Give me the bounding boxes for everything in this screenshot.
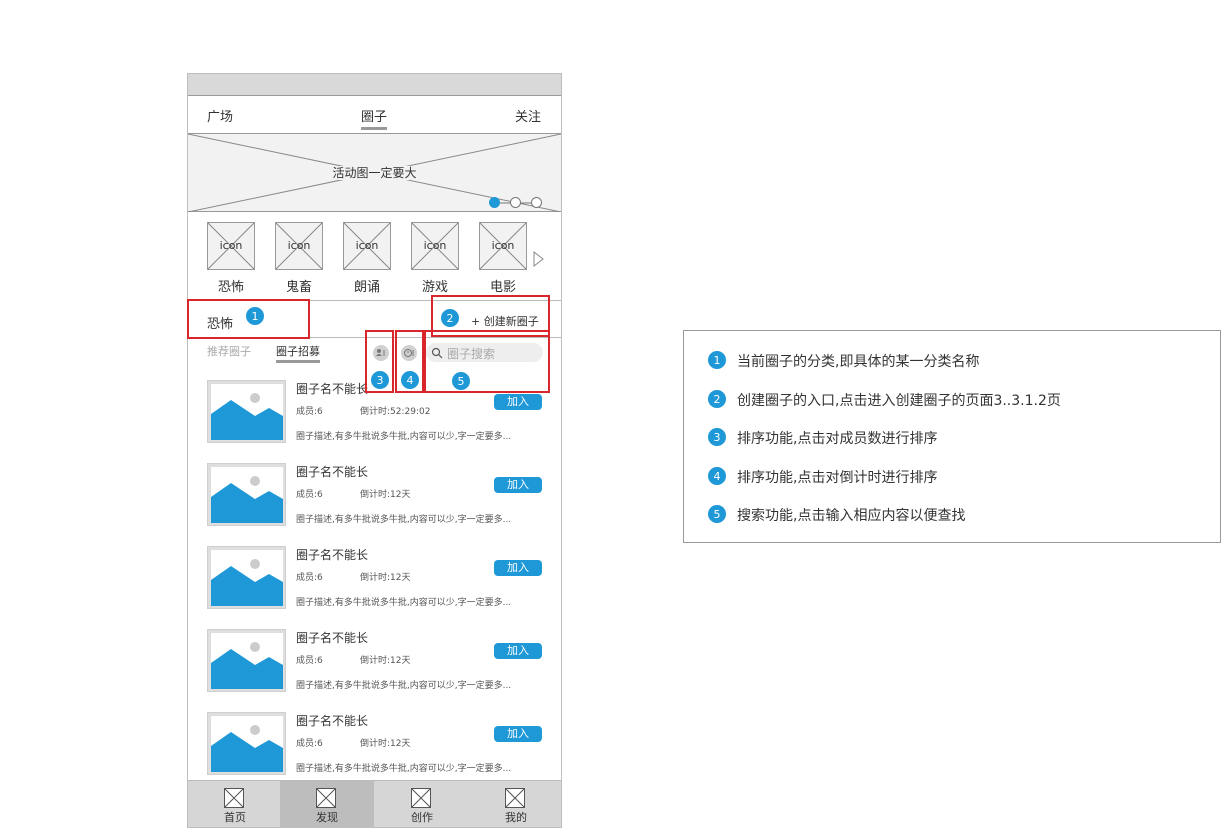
category-label: 游戏: [421, 280, 448, 295]
circle-countdown: 倒计时:12天: [360, 490, 411, 500]
annotation-badge-3: 3: [370, 370, 390, 390]
circle-thumbnail: [207, 629, 286, 692]
circle-thumbnail: [207, 380, 286, 443]
banner-dot[interactable]: [510, 197, 521, 208]
tab-profile[interactable]: 我的: [469, 781, 561, 827]
category-icon-placeholder: icon: [207, 222, 255, 270]
circle-countdown: 倒计时:52:29:02: [360, 407, 431, 417]
category-games[interactable]: icon 游戏: [411, 222, 459, 295]
bottom-tab-bar: 首页 发现 创作 我的: [188, 780, 561, 827]
list-item[interactable]: 圈子名不能长 成员:6 倒计时:12天 加入 圈子描述,有多牛批说多牛批,内容可…: [188, 546, 561, 629]
tab-label: 首页: [224, 811, 246, 824]
category-label: 电影: [489, 280, 516, 295]
circle-description: 圈子描述,有多牛批说多牛批,内容可以少,字一定要多...: [296, 598, 512, 608]
circle-description: 圈子描述,有多牛批说多牛批,内容可以少,字一定要多...: [296, 515, 512, 525]
join-button[interactable]: 加入: [494, 560, 542, 576]
circle-thumbnail: [207, 712, 286, 775]
tab-home[interactable]: 首页: [188, 781, 282, 827]
category-label: 鬼畜: [285, 280, 312, 295]
annotation-badge-5: 5: [451, 371, 471, 391]
circle-name: 圈子名不能长: [296, 631, 369, 645]
tab-label: 我的: [505, 811, 527, 824]
legend-text: 搜索功能,点击输入相应内容以便查找: [737, 508, 966, 524]
category-label: 恐怖: [217, 280, 244, 295]
circle-countdown: 倒计时:12天: [360, 656, 411, 666]
banner-dot-active[interactable]: [489, 197, 500, 208]
create-tab-icon: [411, 788, 431, 808]
list-item[interactable]: 圈子名不能长 成员:6 倒计时:12天 加入 圈子描述,有多牛批说多牛批,内容可…: [188, 629, 561, 712]
banner-dot[interactable]: [531, 197, 542, 208]
subtab-recruit[interactable]: 圈子招募: [276, 343, 320, 363]
annotation-box-5: [424, 330, 550, 393]
status-bar: [188, 74, 561, 95]
profile-tab-icon: [505, 788, 525, 808]
circle-description: 圈子描述,有多牛批说多牛批,内容可以少,字一定要多...: [296, 432, 512, 442]
circle-members: 成员:6: [296, 656, 323, 666]
category-icon-placeholder: icon: [275, 222, 323, 270]
annotation-badge-1: 1: [245, 306, 265, 326]
circle-description: 圈子描述,有多牛批说多牛批,内容可以少,字一定要多...: [296, 681, 512, 691]
category-movies[interactable]: icon 电影: [479, 222, 527, 295]
legend-badge: 5: [707, 504, 727, 524]
category-kichiku[interactable]: icon 鬼畜: [275, 222, 323, 295]
annotation-badge-4: 4: [400, 370, 420, 390]
icon-placeholder-text: icon: [423, 239, 447, 252]
tab-label: 创作: [411, 811, 433, 824]
circle-thumbnail: [207, 546, 286, 609]
top-nav: 广场 圈子 关注: [188, 95, 561, 134]
circle-members: 成员:6: [296, 407, 323, 417]
icon-placeholder-text: icon: [491, 239, 515, 252]
discover-tab-icon: [316, 788, 336, 808]
icon-placeholder-text: icon: [355, 239, 379, 252]
category-icon-placeholder: icon: [411, 222, 459, 270]
tab-create[interactable]: 创作: [375, 781, 469, 827]
circle-countdown: 倒计时:12天: [360, 739, 411, 749]
category-icon-placeholder: icon: [343, 222, 391, 270]
chevron-right-icon[interactable]: [533, 251, 545, 267]
join-button[interactable]: 加入: [494, 726, 542, 742]
join-button[interactable]: 加入: [494, 643, 542, 659]
legend-text: 排序功能,点击对成员数进行排序: [737, 431, 938, 447]
circle-members: 成员:6: [296, 490, 323, 500]
category-label: 朗诵: [353, 280, 380, 295]
join-button[interactable]: 加入: [494, 477, 542, 493]
tab-discover[interactable]: 发现: [280, 781, 374, 827]
banner-text: 活动图一定要大: [330, 166, 419, 180]
legend-badge: 4: [707, 466, 727, 486]
home-tab-icon: [224, 788, 244, 808]
annotation-badge-2: 2: [440, 308, 460, 328]
icon-placeholder-text: icon: [287, 239, 311, 252]
category-icon-placeholder: icon: [479, 222, 527, 270]
circle-members: 成员:6: [296, 739, 323, 749]
circle-countdown: 倒计时:12天: [360, 573, 411, 583]
legend-text: 创建圈子的入口,点击进入创建圈子的页面3..3.1.2页: [737, 393, 1061, 409]
circle-name: 圈子名不能长: [296, 548, 369, 562]
annotation-legend: 1 当前圈子的分类,即具体的某一分类名称 2 创建圈子的入口,点击进入创建圈子的…: [683, 330, 1221, 543]
circle-thumbnail: [207, 463, 286, 526]
category-recitation[interactable]: icon 朗诵: [343, 222, 391, 295]
category-horror[interactable]: icon 恐怖: [207, 222, 255, 295]
nav-tab-plaza[interactable]: 广场: [207, 106, 233, 125]
legend-badge: 1: [707, 350, 727, 370]
subtab-recommended[interactable]: 推荐圈子: [207, 343, 251, 359]
legend-badge: 2: [707, 389, 727, 409]
list-item[interactable]: 圈子名不能长 成员:6 倒计时:12天 加入 圈子描述,有多牛批说多牛批,内容可…: [188, 463, 561, 546]
nav-tab-circles[interactable]: 圈子: [361, 106, 388, 130]
legend-text: 排序功能,点击对倒计时进行排序: [737, 470, 938, 486]
circle-name: 圈子名不能长: [296, 714, 369, 728]
icon-placeholder-text: icon: [219, 239, 243, 252]
circle-name: 圈子名不能长: [296, 382, 369, 396]
legend-badge: 3: [707, 427, 727, 447]
phone-mockup: 广场 圈子 关注 活动图一定要大 icon 恐怖 icon 鬼畜 icon 朗诵…: [187, 73, 562, 828]
tab-label: 发现: [316, 811, 338, 824]
circle-members: 成员:6: [296, 573, 323, 583]
nav-tab-following[interactable]: 关注: [515, 106, 541, 125]
circle-name: 圈子名不能长: [296, 465, 369, 479]
circle-description: 圈子描述,有多牛批说多牛批,内容可以少,字一定要多...: [296, 764, 512, 774]
legend-text: 当前圈子的分类,即具体的某一分类名称: [737, 354, 980, 370]
join-button[interactable]: 加入: [494, 394, 542, 410]
